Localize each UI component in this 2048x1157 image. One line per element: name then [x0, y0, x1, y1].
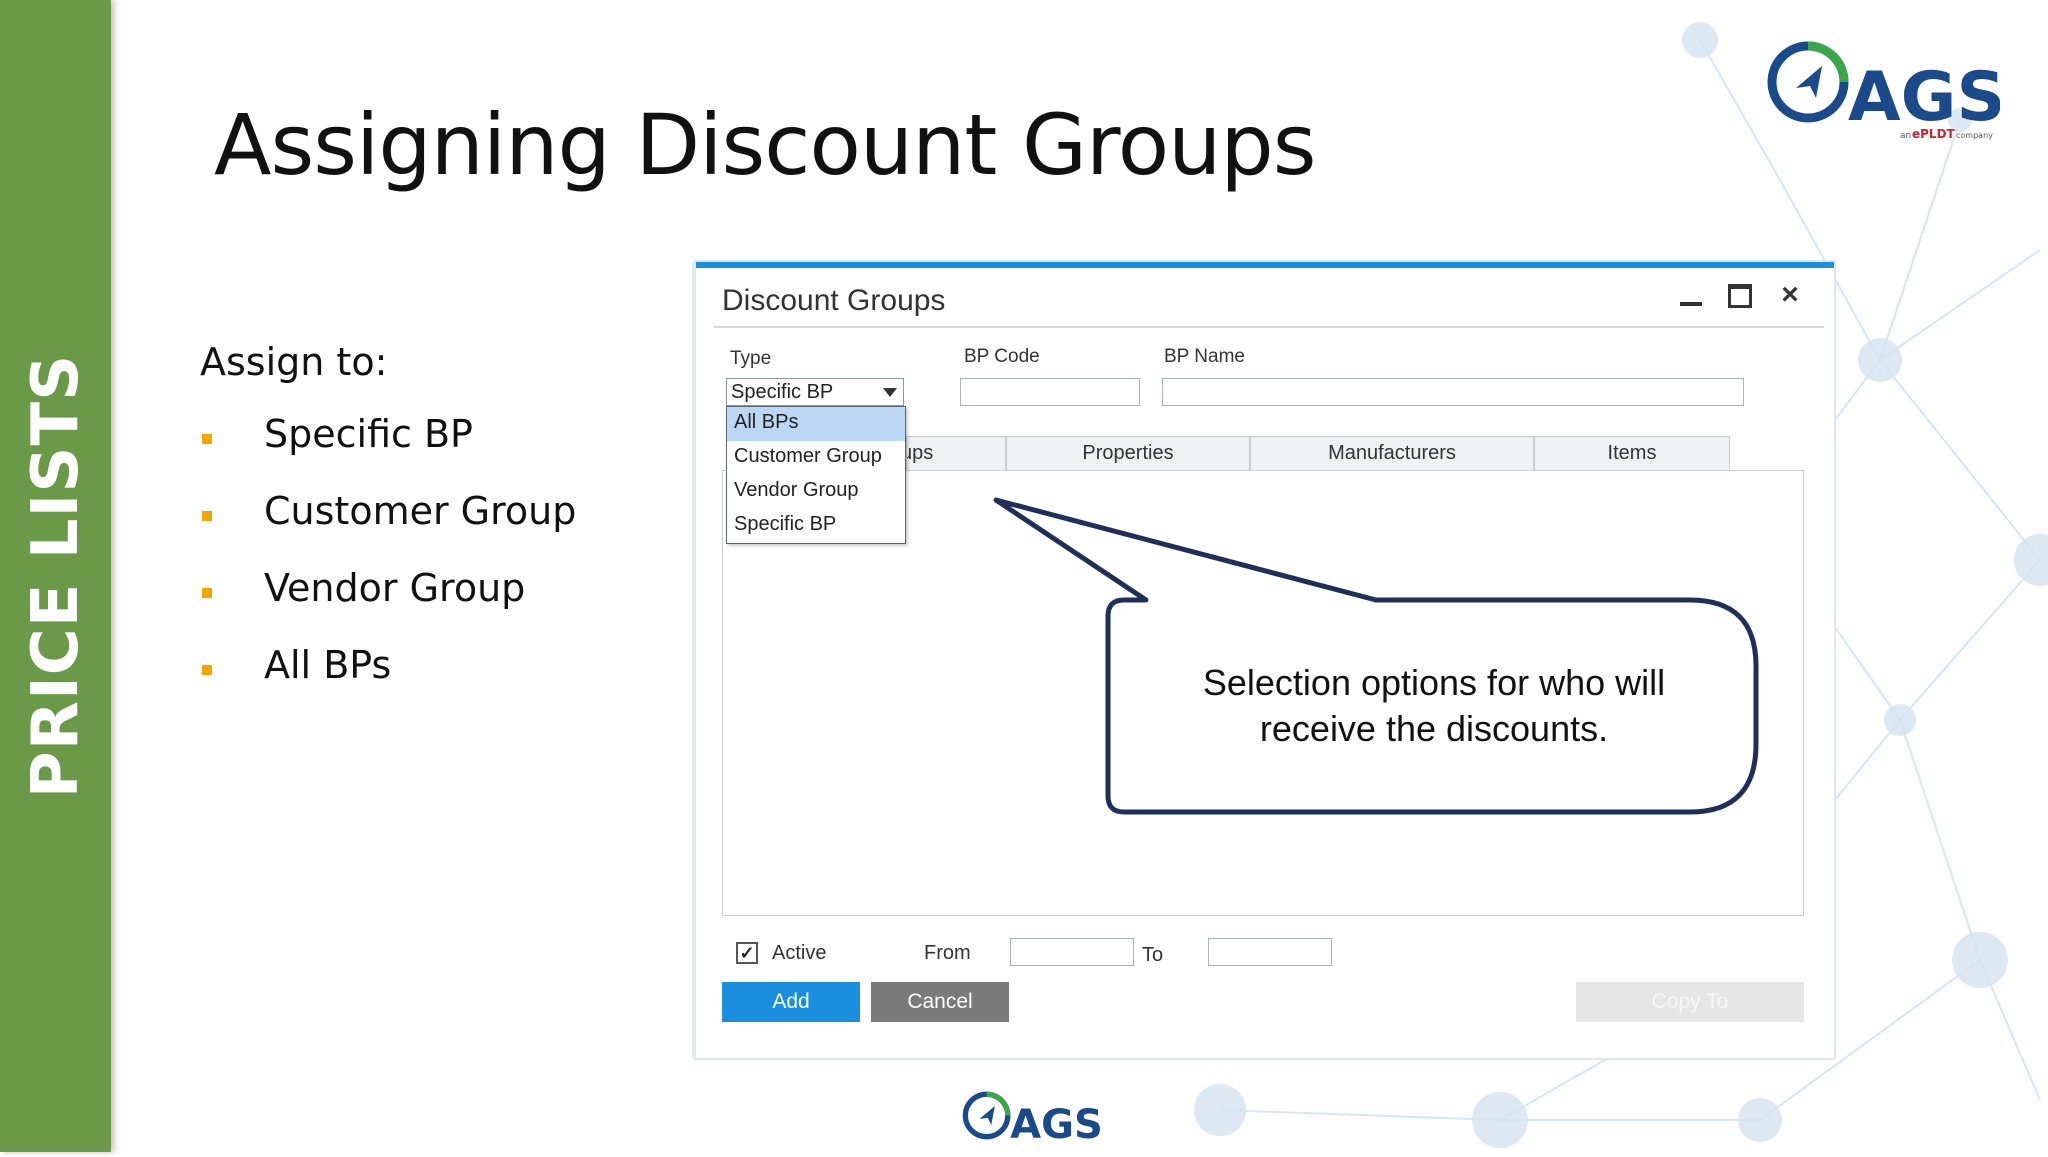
slide-title: Assigning Discount Groups — [214, 96, 1316, 194]
ags-logo-icon: AGS — [962, 1091, 1103, 1148]
title-divider — [714, 326, 1824, 328]
ags-logo-top: AGS an ePLDT company — [1760, 32, 2005, 149]
bullet-square-icon — [202, 665, 212, 675]
list-item: All BPs — [200, 643, 576, 720]
section-sidebar: PRICE LISTS — [0, 0, 111, 1152]
to-label: To — [1142, 944, 1164, 966]
logo-tagline-suffix: company — [1956, 131, 1993, 140]
cancel-button[interactable]: Cancel — [871, 982, 1009, 1022]
window-controls: × — [1676, 280, 1804, 310]
from-date-input[interactable] — [1010, 938, 1134, 966]
minimize-icon[interactable] — [1676, 282, 1704, 310]
dropdown-option-all-bps[interactable]: All BPs — [727, 407, 905, 441]
callout-text: Selection options for who will receive t… — [1110, 660, 1758, 752]
bp-code-input[interactable] — [960, 378, 1140, 406]
type-select-value: Specific BP — [731, 381, 834, 403]
logo-brand: AGS — [1010, 1102, 1103, 1148]
logo-tagline-prefix: an — [1900, 131, 1911, 141]
callout-line-2: receive the discounts. — [1259, 708, 1609, 749]
bullet-square-icon — [202, 434, 212, 444]
active-checkbox[interactable]: ✓ — [736, 942, 758, 964]
type-select[interactable]: Specific BP — [726, 378, 904, 406]
bp-code-label: BP Code — [964, 346, 1040, 367]
window-title: Discount Groups — [722, 284, 946, 317]
ags-logo-bottom: AGS — [954, 1086, 1104, 1157]
list-item: Specific BP — [200, 412, 576, 489]
logo-brand: AGS — [1848, 58, 2000, 137]
list-item: Customer Group — [200, 489, 576, 566]
ags-logo-icon: AGS an ePLDT company — [1767, 41, 2005, 141]
dropdown-option-specific-bp[interactable]: Specific BP — [727, 509, 905, 543]
assign-to-heading: Assign to: — [200, 340, 388, 384]
tab-bar: ups Properties Manufacturers Items — [906, 436, 1730, 470]
callout-line-1: Selection options for who will — [1202, 662, 1666, 703]
maximize-icon[interactable] — [1728, 284, 1752, 308]
section-title: PRICE LISTS — [19, 353, 93, 799]
tab-manufacturers[interactable]: Manufacturers — [1250, 436, 1534, 470]
close-icon[interactable]: × — [1776, 280, 1804, 310]
from-label: From — [924, 942, 971, 964]
logo-tagline-brand: ePLDT — [1912, 127, 1956, 141]
list-item: Vendor Group — [200, 566, 576, 643]
type-label: Type — [730, 348, 772, 369]
tab-groups[interactable]: ups — [906, 436, 1006, 470]
active-label: Active — [772, 942, 827, 964]
bullet-square-icon — [202, 511, 212, 521]
bp-name-input[interactable] — [1162, 378, 1744, 406]
add-button[interactable]: Add — [722, 982, 860, 1022]
tab-items[interactable]: Items — [1534, 436, 1730, 470]
chevron-down-icon — [883, 388, 897, 397]
tab-properties[interactable]: Properties — [1006, 436, 1250, 470]
bullet-square-icon — [202, 588, 212, 598]
dropdown-option-customer-group[interactable]: Customer Group — [727, 441, 905, 475]
dropdown-option-vendor-group[interactable]: Vendor Group — [727, 475, 905, 509]
assign-options-list: Specific BP Customer Group Vendor Group … — [200, 412, 576, 720]
copy-to-button[interactable]: Copy To — [1576, 982, 1804, 1022]
bp-name-label: BP Name — [1164, 346, 1245, 367]
to-date-input[interactable] — [1208, 938, 1332, 966]
type-dropdown-list: All BPs Customer Group Vendor Group Spec… — [726, 406, 906, 544]
